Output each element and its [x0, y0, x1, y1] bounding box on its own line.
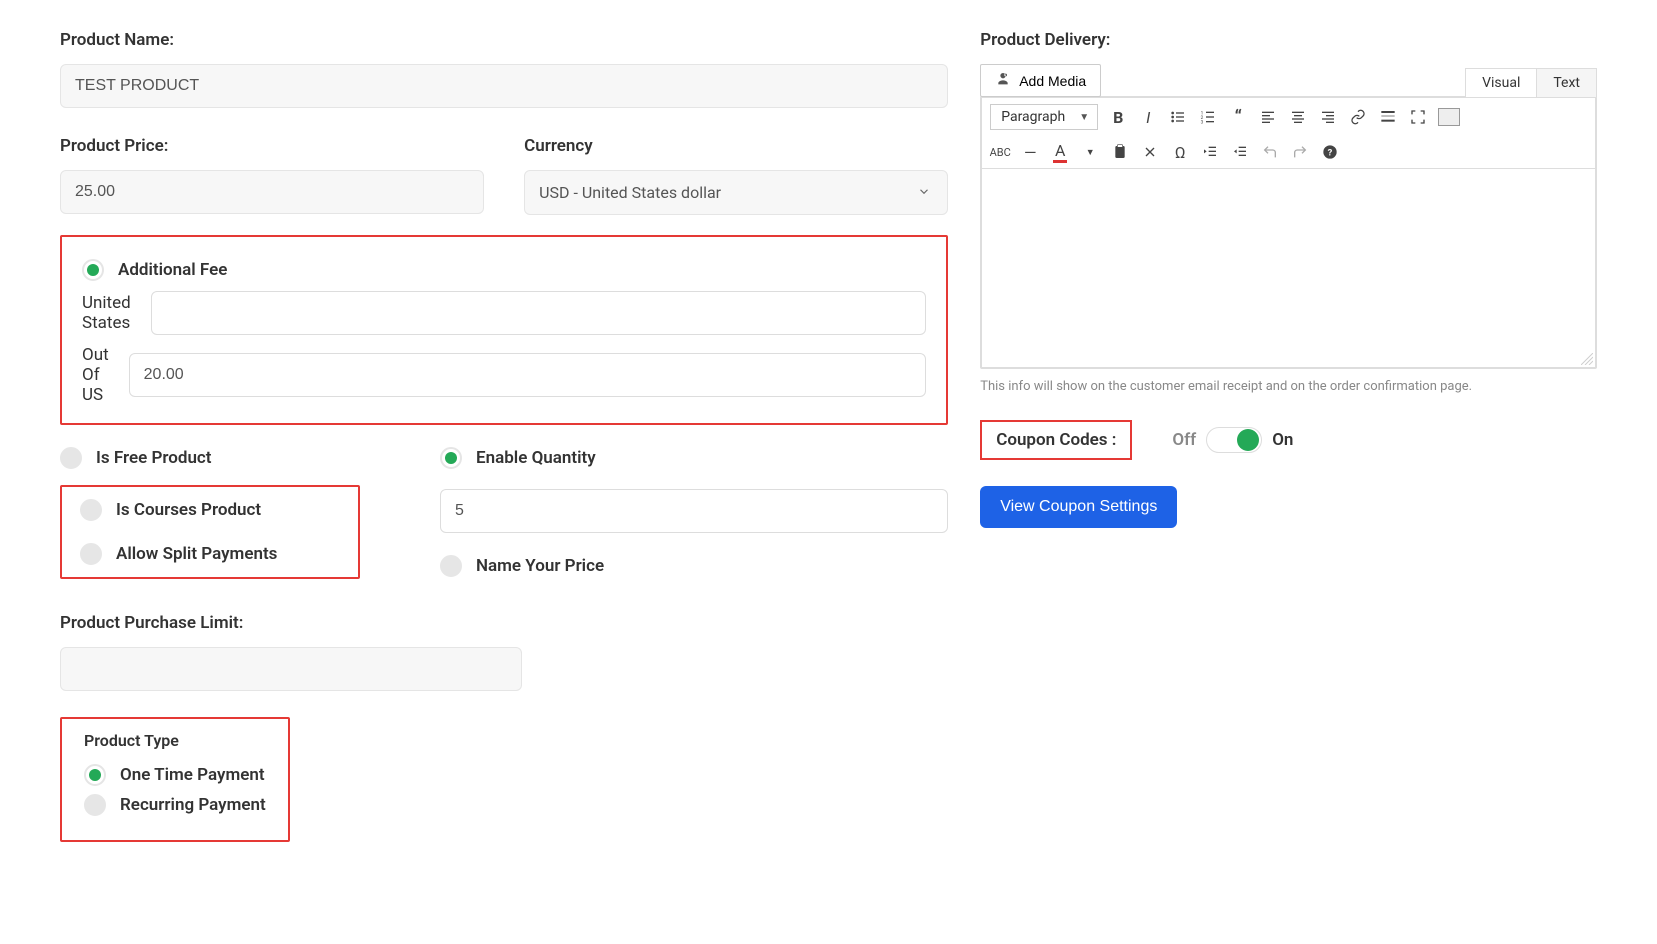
- currency-select[interactable]: USD - United States dollar: [524, 170, 948, 215]
- coupon-toggle[interactable]: [1206, 427, 1262, 453]
- name-price-radio[interactable]: [440, 555, 462, 577]
- toolbar-toggle-icon[interactable]: [1438, 108, 1460, 126]
- product-price-label: Product Price:: [60, 136, 484, 156]
- blockquote-icon[interactable]: “: [1228, 107, 1248, 127]
- paste-text-icon[interactable]: [1110, 142, 1130, 162]
- bullet-list-icon[interactable]: [1168, 107, 1188, 127]
- format-select[interactable]: Paragraph ▼: [990, 104, 1098, 130]
- editor-toolbar-row2: ABC — A ▼ Ω ?: [981, 136, 1596, 168]
- tab-visual[interactable]: Visual: [1465, 68, 1537, 97]
- read-more-icon[interactable]: [1378, 107, 1398, 127]
- text-color-icon[interactable]: A: [1050, 142, 1070, 162]
- align-left-icon[interactable]: [1258, 107, 1278, 127]
- is-courses-radio[interactable]: [80, 499, 102, 521]
- special-char-icon[interactable]: Ω: [1170, 142, 1190, 162]
- fee-out-label: Out Of US: [82, 345, 109, 405]
- tab-text[interactable]: Text: [1536, 68, 1597, 97]
- recurring-label: Recurring Payment: [120, 795, 266, 815]
- is-free-label: Is Free Product: [96, 448, 212, 468]
- add-media-button[interactable]: Add Media: [980, 64, 1101, 97]
- product-name-label: Product Name:: [60, 30, 948, 50]
- chevron-down-icon: [917, 183, 931, 202]
- additional-fee-section: Additional Fee United States Out Of US: [60, 235, 948, 425]
- currency-label: Currency: [524, 136, 948, 156]
- redo-icon[interactable]: [1290, 142, 1310, 162]
- one-time-label: One Time Payment: [120, 765, 265, 785]
- courses-split-highlight: Is Courses Product Allow Split Payments: [60, 485, 360, 579]
- additional-fee-radio[interactable]: [82, 259, 104, 281]
- recurring-radio[interactable]: [84, 794, 106, 816]
- dropdown-triangle-icon: ▼: [1079, 112, 1089, 123]
- numbered-list-icon[interactable]: 123: [1198, 107, 1218, 127]
- editor-content[interactable]: [981, 168, 1596, 368]
- coupon-codes-highlight: Coupon Codes :: [980, 420, 1132, 460]
- is-free-radio[interactable]: [60, 447, 82, 469]
- name-price-label: Name Your Price: [476, 556, 604, 576]
- fee-us-label: United States: [82, 293, 131, 333]
- is-courses-label: Is Courses Product: [116, 500, 261, 520]
- additional-fee-label: Additional Fee: [118, 260, 227, 280]
- purchase-limit-label: Product Purchase Limit:: [60, 613, 522, 633]
- svg-text:?: ?: [1328, 147, 1333, 158]
- product-price-input[interactable]: [60, 170, 484, 214]
- format-value: Paragraph: [1001, 109, 1065, 125]
- toggle-off-label: Off: [1172, 430, 1196, 450]
- currency-value: USD - United States dollar: [539, 183, 721, 202]
- add-media-label: Add Media: [1019, 73, 1086, 89]
- fee-us-input[interactable]: [151, 291, 926, 335]
- clear-formatting-icon[interactable]: [1140, 142, 1160, 162]
- view-coupon-settings-button[interactable]: View Coupon Settings: [980, 486, 1177, 528]
- product-name-input[interactable]: [60, 64, 948, 108]
- undo-icon[interactable]: [1260, 142, 1280, 162]
- quantity-input[interactable]: [440, 489, 948, 533]
- text-color-dropdown-icon[interactable]: ▼: [1080, 142, 1100, 162]
- one-time-radio[interactable]: [84, 764, 106, 786]
- allow-split-label: Allow Split Payments: [116, 544, 277, 564]
- delivery-label: Product Delivery:: [980, 30, 1597, 50]
- toggle-on-label: On: [1272, 430, 1293, 450]
- product-type-label: Product Type: [84, 731, 266, 750]
- italic-icon[interactable]: I: [1138, 107, 1158, 127]
- align-right-icon[interactable]: [1318, 107, 1338, 127]
- fee-out-input[interactable]: [129, 353, 927, 397]
- purchase-limit-input[interactable]: [60, 647, 522, 691]
- indent-icon[interactable]: [1230, 142, 1250, 162]
- delivery-hint: This info will show on the customer emai…: [980, 379, 1597, 394]
- link-icon[interactable]: [1348, 107, 1368, 127]
- resize-grip-icon[interactable]: [1581, 353, 1593, 365]
- coupon-codes-label: Coupon Codes :: [996, 430, 1116, 450]
- media-icon: [995, 71, 1011, 90]
- toggle-knob: [1237, 429, 1259, 451]
- hr-icon[interactable]: —: [1020, 142, 1040, 162]
- allow-split-radio[interactable]: [80, 543, 102, 565]
- fullscreen-icon[interactable]: [1408, 107, 1428, 127]
- align-center-icon[interactable]: [1288, 107, 1308, 127]
- enable-qty-radio[interactable]: [440, 447, 462, 469]
- help-icon[interactable]: ?: [1320, 142, 1340, 162]
- product-type-section: Product Type One Time Payment Recurring …: [60, 717, 290, 842]
- outdent-icon[interactable]: [1200, 142, 1220, 162]
- editor-toolbar-row1: Paragraph ▼ B I 123 “: [981, 97, 1596, 136]
- svg-text:3: 3: [1201, 120, 1204, 125]
- strikethrough-icon[interactable]: ABC: [990, 142, 1010, 162]
- enable-qty-label: Enable Quantity: [476, 448, 596, 468]
- bold-icon[interactable]: B: [1108, 107, 1128, 127]
